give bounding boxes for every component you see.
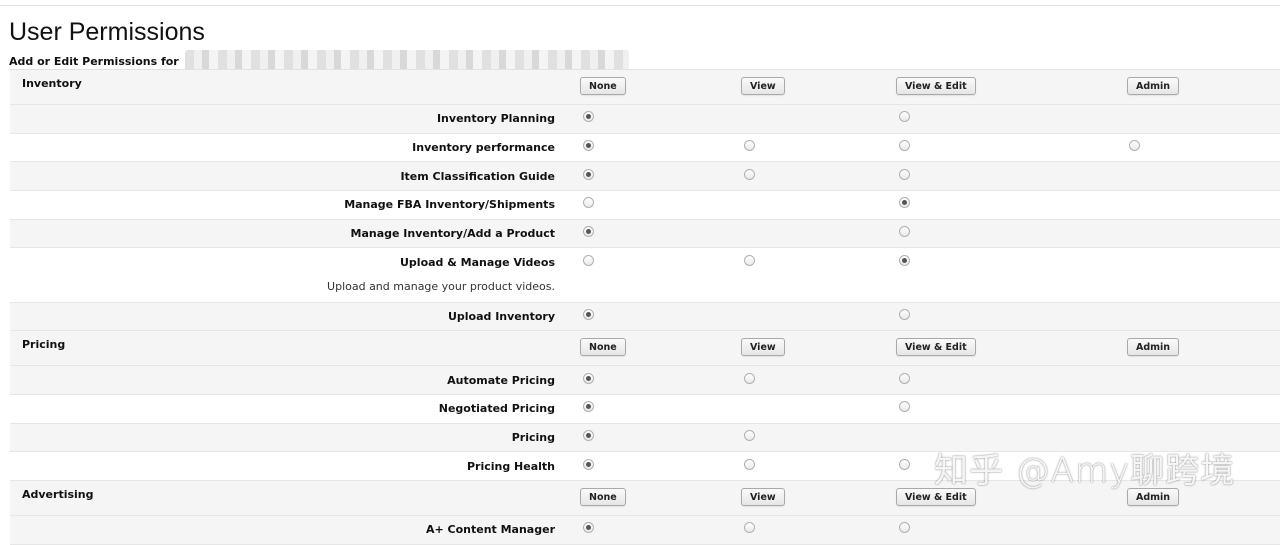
permission-radio-none[interactable] — [583, 197, 594, 209]
permission-radio-view-edit[interactable] — [899, 226, 910, 238]
permission-radio-admin[interactable] — [1129, 140, 1140, 152]
permission-radio-none[interactable] — [583, 168, 594, 180]
page-subtitle: Add or Edit Permissions for — [9, 54, 179, 68]
view-edit-button[interactable]: View & Edit — [896, 338, 976, 357]
permission-radio-none[interactable] — [583, 372, 594, 384]
permission-label: Inventory Planning — [436, 112, 555, 126]
section-header-advertising: Advertising None View View & Edit Admin — [10, 481, 1280, 517]
permission-row: Automate Pricing — [10, 366, 1280, 395]
top-divider — [0, 5, 1280, 6]
permission-label: A+ Content Manager — [425, 523, 555, 537]
none-button[interactable]: None — [580, 488, 626, 507]
permission-radio-none[interactable] — [583, 458, 594, 470]
permission-radio-view[interactable] — [744, 430, 755, 442]
view-edit-button[interactable]: View & Edit — [896, 488, 976, 507]
permission-radio-none[interactable] — [583, 308, 594, 320]
admin-button[interactable]: Admin — [1127, 338, 1180, 357]
permission-label: Negotiated Pricing — [438, 402, 555, 416]
permission-radio-none[interactable] — [583, 522, 594, 534]
admin-button[interactable]: Admin — [1127, 488, 1180, 507]
permissions-table: Inventory None View View & Edit Admin Invento… — [10, 69, 1280, 545]
permission-row: Pricing Health — [10, 452, 1280, 482]
permission-label: Manage FBA Inventory/Shipments — [344, 198, 555, 212]
section-title: Advertising — [22, 488, 94, 502]
permission-row: Upload Inventory — [10, 302, 1280, 332]
permission-radio-view-edit[interactable] — [899, 111, 910, 123]
permission-radio-none[interactable] — [583, 430, 594, 442]
permission-row: Pricing — [10, 423, 1280, 453]
permission-label: Item Classification Guide — [400, 169, 555, 183]
permission-radio-view[interactable] — [744, 254, 755, 266]
permission-label: Manage Inventory/Add a Product — [350, 227, 555, 241]
section-title: Pricing — [22, 338, 66, 352]
permission-radio-view-edit[interactable] — [899, 197, 910, 209]
permission-label: Upload Inventory — [447, 309, 555, 323]
page-title: User Permissions — [9, 18, 205, 46]
permission-label: Upload & Manage Videos — [400, 255, 555, 269]
permission-radio-view[interactable] — [744, 140, 755, 152]
admin-button[interactable]: Admin — [1127, 77, 1180, 95]
none-button[interactable]: None — [580, 338, 626, 357]
view-button[interactable]: View — [741, 77, 785, 95]
permission-row: Inventory performance — [10, 133, 1280, 163]
section-header-inventory: Inventory None View View & Edit Admin — [10, 70, 1280, 105]
permission-radio-view-edit[interactable] — [899, 308, 910, 320]
permission-radio-none[interactable] — [583, 401, 594, 413]
permission-radio-view-edit[interactable] — [899, 140, 910, 152]
permission-label: Automate Pricing — [447, 373, 555, 387]
permission-row: Manage Inventory/Add a Product — [10, 219, 1280, 249]
view-button[interactable]: View — [741, 488, 785, 507]
permission-row: Item Classification Guide — [10, 162, 1280, 192]
permission-radio-view[interactable] — [744, 458, 755, 470]
permission-radio-none[interactable] — [583, 226, 594, 238]
permission-row: Inventory Planning — [10, 105, 1280, 134]
permission-radio-none[interactable] — [583, 254, 594, 266]
permission-radio-view-edit[interactable] — [899, 458, 910, 470]
none-button[interactable]: None — [580, 77, 626, 95]
permission-row: Negotiated Pricing — [10, 395, 1280, 424]
permission-radio-view-edit[interactable] — [899, 401, 910, 413]
permission-radio-view[interactable] — [744, 168, 755, 180]
permission-radio-view[interactable] — [744, 522, 755, 534]
permission-radio-none[interactable] — [583, 140, 594, 152]
permission-row: Manage FBA Inventory/Shipments — [10, 191, 1280, 220]
permission-radio-view-edit[interactable] — [899, 372, 910, 384]
permission-row: Upload & Manage Videos Upload and manage … — [10, 248, 1280, 303]
permission-label: Pricing — [511, 431, 555, 445]
view-button[interactable]: View — [741, 338, 785, 357]
permission-radio-view[interactable] — [744, 372, 755, 384]
permission-description: Upload and manage your product videos. — [327, 280, 555, 294]
permission-radio-view-edit[interactable] — [899, 522, 910, 534]
permission-label: Inventory performance — [412, 141, 555, 155]
permission-radio-none[interactable] — [583, 111, 594, 123]
permission-radio-view-edit[interactable] — [899, 254, 910, 266]
subtitle-row: Add or Edit Permissions for — [9, 50, 629, 72]
section-header-pricing: Pricing None View View & Edit Admin — [10, 331, 1280, 367]
permission-row: A+ Content Manager — [10, 516, 1280, 545]
view-edit-button[interactable]: View & Edit — [896, 77, 976, 95]
permission-radio-view-edit[interactable] — [899, 168, 910, 180]
section-title: Inventory — [22, 77, 82, 90]
permission-label: Pricing Health — [466, 459, 555, 473]
